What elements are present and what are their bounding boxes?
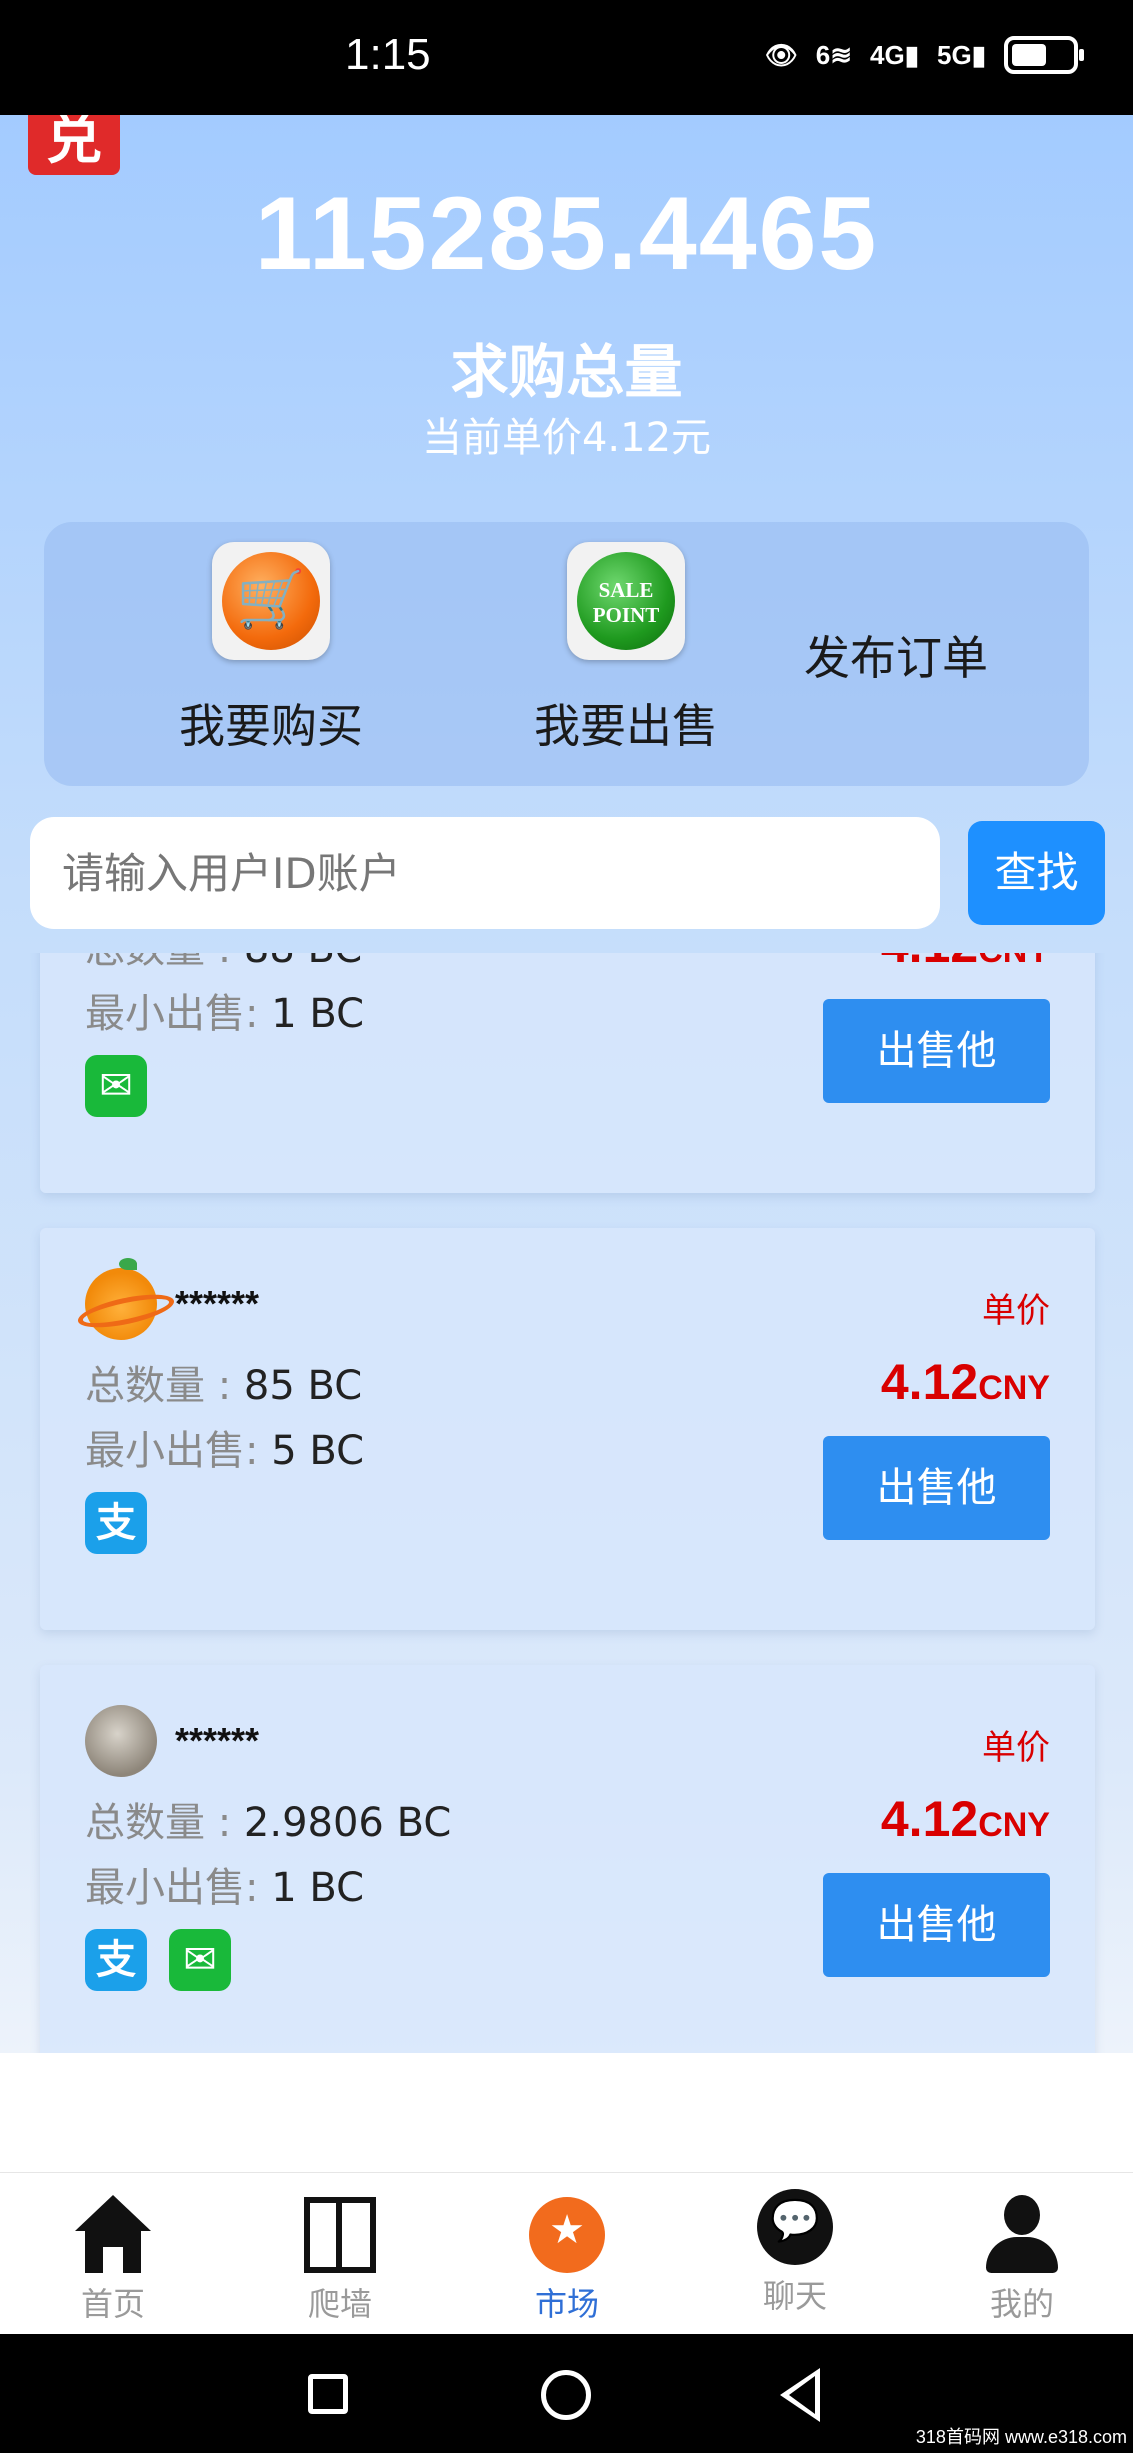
avatar: [85, 1258, 157, 1340]
signal-5g-label: 5G: [937, 39, 972, 70]
listing-username: ******: [175, 1720, 260, 1761]
total-amount: 115285.4465: [254, 176, 879, 292]
total-quantity-label: 总数量 :: [85, 1363, 244, 1409]
signal-5g-icon: 5G▮: [937, 39, 986, 70]
price-currency: CNY: [978, 953, 1050, 970]
status-time: 1:15: [345, 30, 431, 79]
battery-icon: [1004, 36, 1084, 74]
search-button[interactable]: 查找: [968, 821, 1105, 925]
action-panel: 🛒 我要购买 SALE POINT 我要出售 发布订单: [44, 522, 1089, 786]
back-icon[interactable]: [780, 2368, 820, 2422]
min-sale: 最小出售: 5 BC: [85, 1418, 364, 1476]
bottom-tab-bar: 首页 爬墙 ★ 市场 💬 聊天 我的: [0, 2172, 1133, 2334]
system-nav-bar: 318首码网 www.e318.com: [0, 2334, 1133, 2453]
listing-card: ****** 单价 4.12CNY 总数量 : 2.9806 BC 最小出售: …: [40, 1665, 1095, 2053]
payment-methods: 支 ✉: [85, 1929, 231, 1991]
min-sale: 最小出售: 1 BC: [85, 981, 364, 1039]
user-id-search-input[interactable]: [30, 817, 940, 929]
payment-methods: 支: [85, 1492, 147, 1554]
listing-card: ****** 单价 4.12CNY 总数量 : 85 BC 最小出售: 5 BC…: [40, 1228, 1095, 1630]
min-sale-label: 最小出售:: [85, 1428, 272, 1474]
min-sale-value: 1 BC: [271, 991, 365, 1037]
tab-chat[interactable]: 💬 聊天: [725, 2189, 865, 2317]
total-quantity-label: 总数量 :: [85, 1800, 244, 1846]
buy-button[interactable]: 🛒 我要购买: [161, 542, 381, 756]
cart-icon: 🛒: [212, 542, 330, 660]
payment-methods: ✉: [85, 1055, 147, 1117]
buy-label: 我要购买: [179, 699, 363, 753]
listing-username: ******: [175, 1283, 260, 1324]
price-label: 单价: [982, 1728, 1050, 1768]
chat-icon: 💬: [755, 2189, 835, 2275]
wechat-pay-icon: ✉: [169, 1929, 231, 1991]
status-icons: 👁 6≋ 4G▮ 5G▮: [764, 36, 1084, 74]
min-sale-label: 最小出售:: [85, 991, 272, 1037]
price-number: 4.12: [880, 1354, 979, 1410]
tab-wall[interactable]: 爬墙: [270, 2195, 410, 2325]
total-label: 求购总量: [450, 338, 683, 406]
tab-me-label: 我的: [989, 2285, 1054, 2323]
tab-market-label: 市场: [534, 2285, 599, 2323]
sell-label: 我要出售: [534, 699, 718, 753]
app-logo: 兑: [28, 115, 120, 175]
wifi-label: 6: [815, 39, 831, 70]
market-icon: ★: [527, 2195, 607, 2275]
status-bar: 1:15 👁 6≋ 4G▮ 5G▮: [0, 0, 1133, 115]
tab-me[interactable]: 我的: [952, 2195, 1092, 2325]
total-quantity: 总数量 : 88 BC: [85, 953, 362, 974]
total-quantity-label: 总数量 :: [85, 953, 244, 972]
watermark: 318首码网 www.e318.com: [915, 2427, 1127, 2447]
eye-icon: 👁: [764, 39, 798, 70]
min-sale-label: 最小出售:: [85, 1865, 272, 1911]
price-currency: CNY: [978, 1806, 1050, 1844]
listing-card: 单价 4.12CNY 总数量 : 88 BC 最小出售: 1 BC 出售他 ✉: [40, 953, 1095, 1193]
sale-icon-line2: POINT: [592, 603, 660, 627]
wall-icon: [300, 2195, 380, 2275]
total-quantity: 总数量 : 85 BC: [85, 1353, 362, 1411]
user-icon: [982, 2195, 1062, 2275]
publish-order-button[interactable]: 发布订单: [804, 622, 988, 688]
signal-4g-icon: 4G▮: [870, 39, 919, 70]
unit-price-text: 当前单价4.12元: [421, 415, 712, 461]
alipay-icon: 支: [85, 1492, 147, 1554]
total-quantity-value: 2.9806 BC: [243, 1800, 452, 1846]
alipay-icon: 支: [85, 1929, 147, 1991]
total-quantity-value: 88 BC: [244, 953, 362, 972]
sell-to-him-button[interactable]: 出售他: [823, 1873, 1050, 1977]
signal-4g-label: 4G: [870, 39, 905, 70]
total-quantity-value: 85 BC: [243, 1363, 363, 1409]
min-sale: 最小出售: 1 BC: [85, 1855, 364, 1913]
market-page: 兑 115285.4465 求购总量 当前单价4.12元 🛒 我要购买 SALE…: [0, 115, 1133, 2053]
tab-wall-label: 爬墙: [307, 2285, 372, 2323]
tab-chat-label: 聊天: [762, 2277, 827, 2315]
min-sale-value: 1 BC: [271, 1865, 365, 1911]
recents-icon[interactable]: [308, 2374, 348, 2414]
sell-to-him-button[interactable]: 出售他: [823, 1436, 1050, 1540]
total-quantity: 总数量 : 2.9806 BC: [85, 1790, 451, 1848]
sell-entry-button[interactable]: SALE POINT 我要出售: [516, 542, 736, 756]
price-label: 单价: [982, 1291, 1050, 1331]
sale-point-icon: SALE POINT: [567, 542, 685, 660]
tab-market[interactable]: ★ 市场: [497, 2195, 637, 2325]
price-currency: CNY: [978, 1369, 1050, 1407]
price-value: 4.12CNY: [881, 1353, 1050, 1411]
price-number: 4.12: [880, 1791, 979, 1847]
price-value: 4.12CNY: [881, 953, 1050, 974]
avatar: [85, 1705, 157, 1777]
tab-home-label: 首页: [80, 2285, 145, 2323]
sell-to-him-button[interactable]: 出售他: [823, 999, 1050, 1103]
wifi-icon: 6≋: [815, 39, 852, 70]
tab-home[interactable]: 首页: [43, 2195, 183, 2325]
home-icon: [73, 2195, 153, 2275]
wechat-pay-icon: ✉: [85, 1055, 147, 1117]
price-value: 4.12CNY: [881, 1790, 1050, 1848]
price-number: 4.12: [881, 953, 978, 973]
listing-list[interactable]: 单价 4.12CNY 总数量 : 88 BC 最小出售: 1 BC 出售他 ✉ …: [0, 953, 1133, 2053]
sale-icon-line1: SALE: [598, 578, 654, 602]
home-circle-icon[interactable]: [541, 2370, 591, 2420]
min-sale-value: 5 BC: [271, 1428, 365, 1474]
